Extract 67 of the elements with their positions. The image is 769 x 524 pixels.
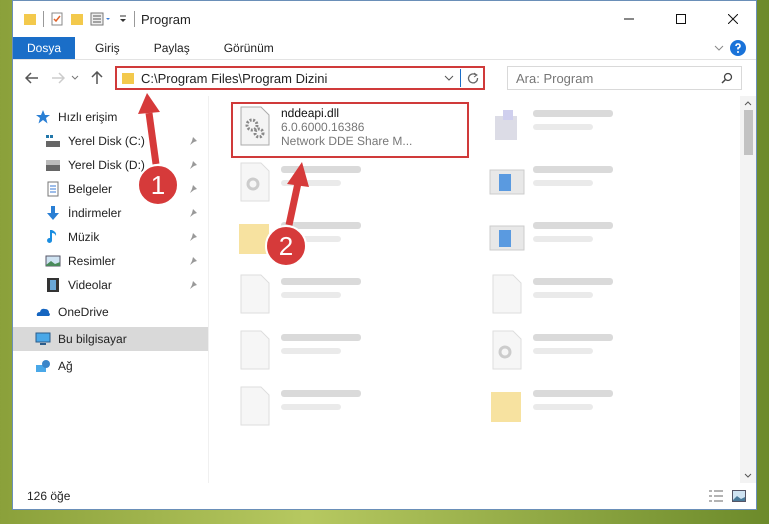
details-view-icon[interactable] [708, 490, 724, 502]
drive-c-icon [45, 133, 61, 149]
scroll-down-icon[interactable] [744, 473, 752, 479]
pin-icon[interactable] [188, 256, 198, 266]
callout-circle [265, 225, 307, 267]
refresh-icon[interactable] [467, 72, 479, 84]
scrollbar-thumb[interactable] [744, 110, 752, 155]
folder-icon [121, 71, 135, 85]
sidebar-item[interactable]: Bu bilgisayar [13, 327, 208, 351]
expand-ribbon-icon[interactable] [714, 44, 724, 52]
pin-icon[interactable] [188, 136, 198, 146]
maximize-icon [676, 14, 686, 24]
sidebar-item[interactable]: Müzik [68, 230, 100, 244]
caret-icon[interactable] [444, 75, 454, 81]
sidebar-item[interactable]: Belgeler [68, 182, 112, 196]
address-bar[interactable]: C:\Program Files\Program Dizini [115, 66, 485, 90]
file-name: nddeapi.dll [281, 106, 340, 120]
close-icon [728, 14, 738, 24]
pin-icon[interactable] [188, 232, 198, 242]
window-title: Program [141, 12, 191, 26]
file-detail: 6.0.6000.16386 [281, 120, 366, 134]
callout-number: 1 [150, 170, 166, 200]
sidebar-item[interactable]: Hızlı erişim [13, 105, 208, 129]
help-icon[interactable] [730, 40, 746, 56]
scroll-up-icon[interactable] [744, 100, 752, 106]
ribbon-tab[interactable]: Giriş [81, 37, 134, 59]
file-item[interactable]: nddeapi.dll 6.0.6000.16386 Network DDE Share M... [231, 102, 469, 158]
pin-icon[interactable] [188, 208, 198, 218]
document-icon [45, 181, 61, 197]
star-icon [35, 109, 51, 125]
view-icon[interactable] [90, 12, 112, 26]
large-icons-view-icon[interactable] [732, 490, 746, 502]
ribbon-tab[interactable]: Dosya [13, 37, 76, 59]
download-icon [45, 205, 61, 221]
pin-icon[interactable] [188, 160, 198, 170]
pin-icon[interactable] [188, 280, 198, 290]
up-arrow-icon[interactable] [91, 71, 103, 85]
back-arrow-icon[interactable] [25, 72, 39, 84]
sidebar-item[interactable]: Ağ [13, 354, 208, 378]
address-path: C:\Program Files\Program Dizini [141, 70, 328, 86]
recent-caret-icon[interactable] [71, 75, 79, 81]
callout-arrow [286, 162, 309, 226]
sidebar-item[interactable]: Yerel Disk (C:) [68, 134, 145, 148]
search-icon [721, 72, 733, 84]
picture-icon [45, 253, 61, 269]
sidebar-label: Hızlı erişim [58, 110, 118, 124]
ribbon-tab[interactable]: Görünüm [210, 37, 288, 59]
pin-icon[interactable] [188, 184, 198, 194]
sidebar-item[interactable]: Resimler [68, 254, 116, 268]
drive-icon [45, 157, 61, 173]
ribbon-tab[interactable]: Paylaş [140, 37, 204, 59]
sidebar-label: Ağ [58, 359, 73, 373]
file-detail: Network DDE Share M... [281, 134, 412, 148]
properties-icon[interactable] [50, 12, 64, 26]
sidebar-item[interactable]: OneDrive [13, 300, 208, 324]
search-field[interactable]: Ara: Program [507, 66, 742, 90]
sidebar-label: OneDrive [58, 305, 109, 319]
item-count: 126 öğe [27, 489, 70, 503]
sidebar-item[interactable]: İndirmeler [68, 206, 122, 220]
sidebar-item[interactable]: Yerel Disk (D:) [68, 158, 145, 172]
film-icon [45, 277, 61, 293]
network-icon [35, 358, 51, 374]
scrollbar[interactable] [740, 96, 756, 483]
sidebar-item[interactable]: Videolar [68, 278, 112, 292]
callout-number: 2 [278, 231, 294, 261]
sidebar-label: Bu bilgisayar [58, 332, 127, 346]
monitor-icon [35, 331, 51, 347]
